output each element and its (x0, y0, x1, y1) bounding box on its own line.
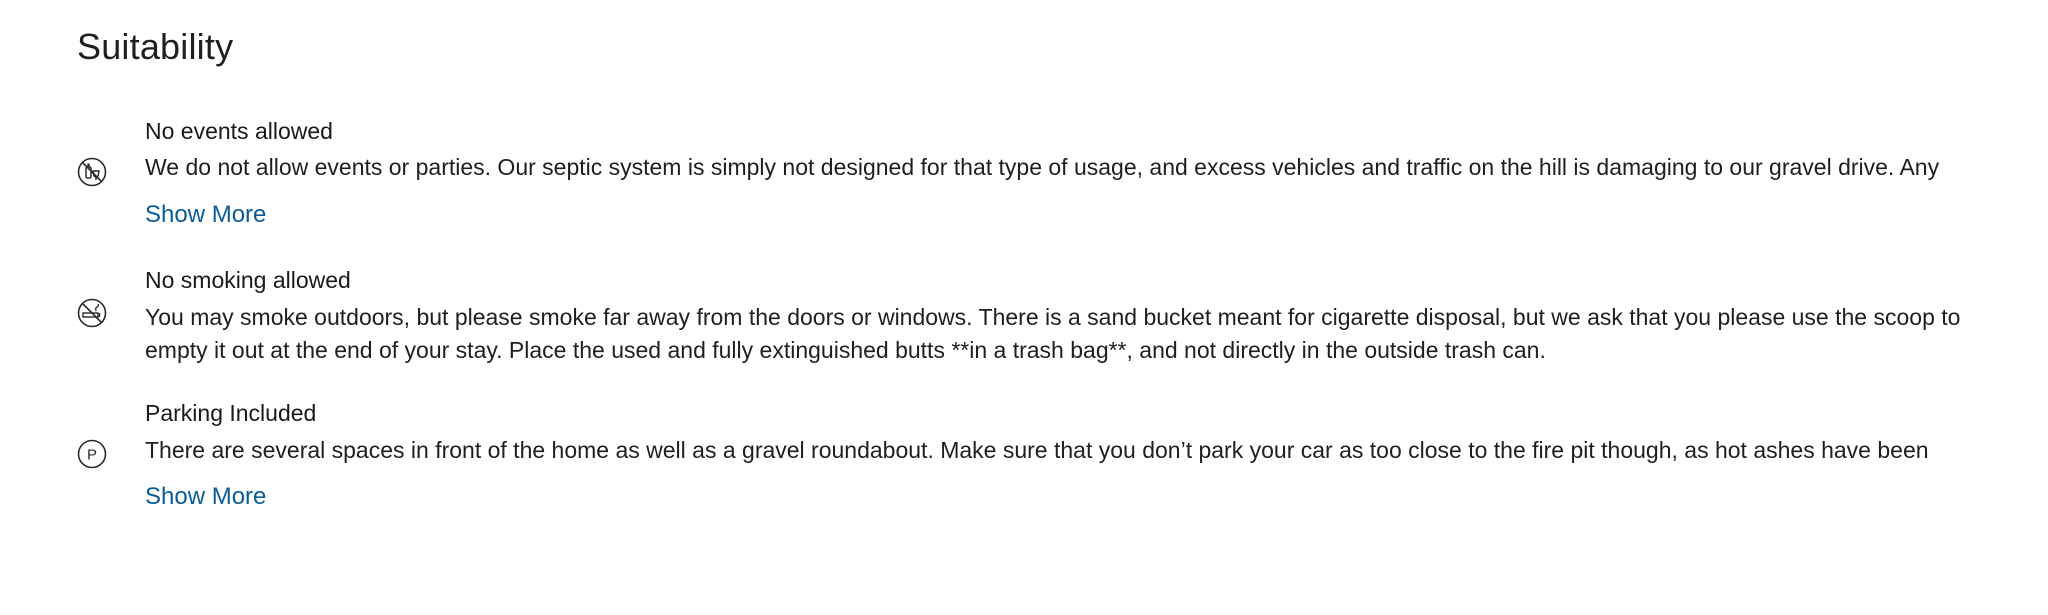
svg-text:P: P (87, 447, 97, 464)
section-title: Suitability (77, 26, 234, 67)
suitability-section: Suitability No events allowed We do not … (0, 0, 2048, 615)
item-description: There are several spaces in front of the… (145, 437, 1929, 463)
item-description: We do not allow events or parties. Our s… (145, 154, 1940, 180)
show-more-link[interactable]: Show More (145, 482, 266, 512)
show-more-link[interactable]: Show More (145, 200, 266, 230)
item-title: Parking Included (145, 400, 317, 426)
no-smoking-icon (77, 298, 107, 328)
parking-icon: P (77, 439, 107, 469)
no-events-icon (77, 157, 107, 187)
item-title: No events allowed (145, 118, 333, 144)
item-title: No smoking allowed (145, 267, 351, 293)
item-description: You may smoke outdoors, but please smoke… (145, 304, 1961, 363)
